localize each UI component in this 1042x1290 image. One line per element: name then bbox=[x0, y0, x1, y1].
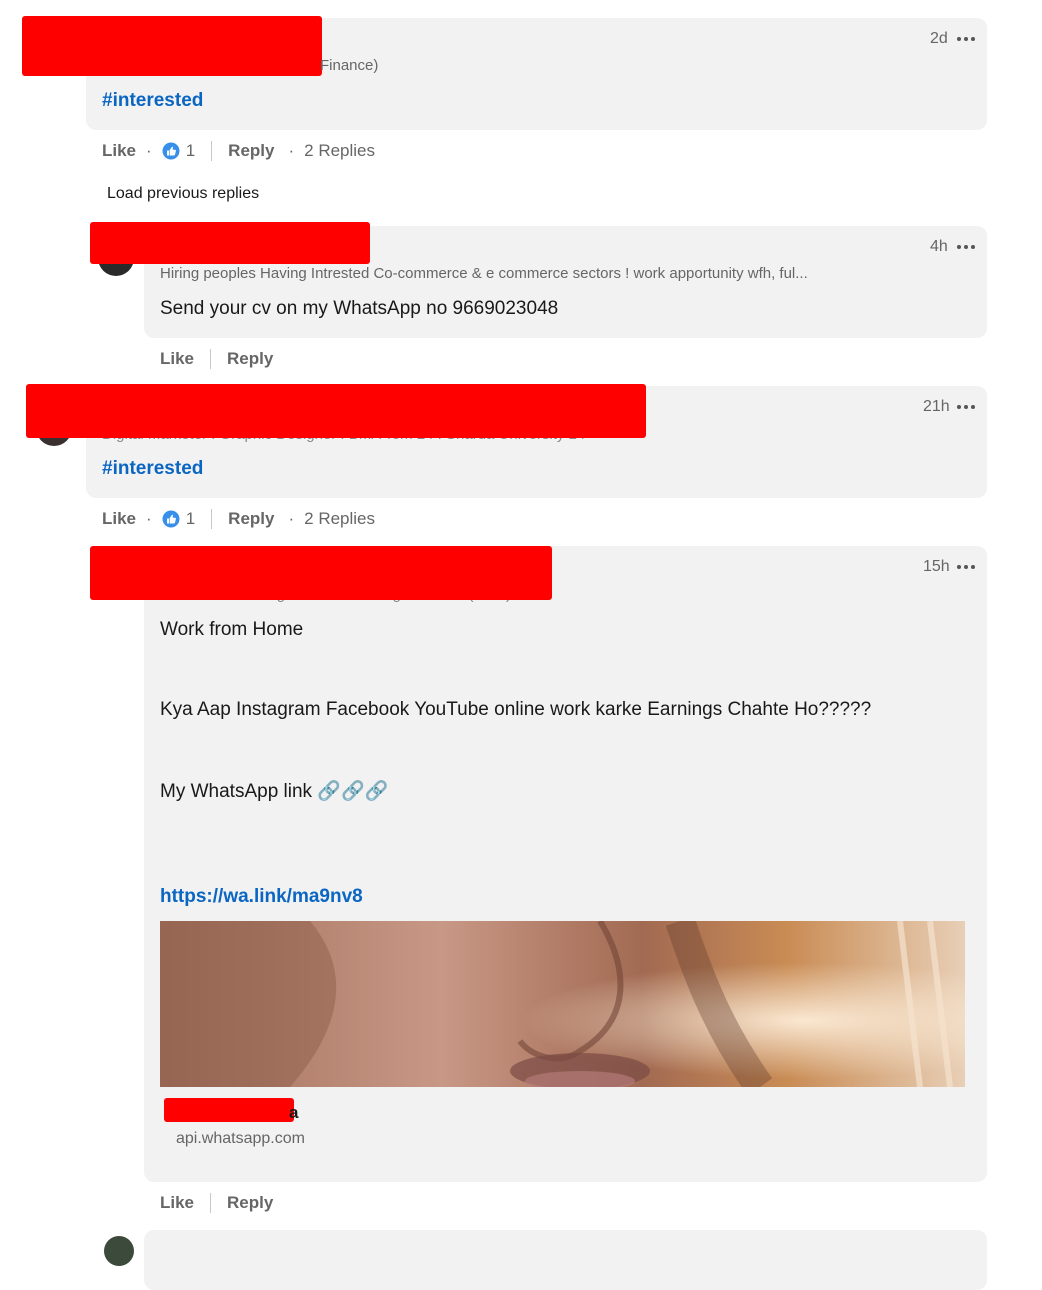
comment-timestamp: 21h bbox=[923, 398, 950, 415]
reply-bubble bbox=[144, 1230, 987, 1290]
separator-dot: · bbox=[146, 141, 152, 160]
reply-button[interactable]: Reply bbox=[227, 1193, 273, 1213]
like-button[interactable]: Like bbox=[160, 1193, 194, 1213]
comment-actions: Like · 1 Reply · 2 Replies bbox=[102, 508, 375, 530]
comment-actions: Like Reply bbox=[160, 348, 273, 370]
comment-text: Send your cv on my WhatsApp no 966902304… bbox=[160, 298, 559, 319]
divider bbox=[210, 1193, 212, 1213]
like-button[interactable]: Like bbox=[102, 141, 136, 161]
divider bbox=[211, 509, 213, 529]
comment-actions: Like · 1 Reply · 2 Replies bbox=[102, 140, 375, 162]
comment-timestamp: 15h bbox=[923, 558, 950, 575]
replies-count-link[interactable]: 2 Replies bbox=[304, 141, 375, 161]
comment-timestamp: 4h bbox=[930, 238, 948, 255]
comment-text-line: Work from Home bbox=[160, 619, 304, 640]
link-preview-image[interactable] bbox=[160, 921, 965, 1087]
reply-button[interactable]: Reply bbox=[227, 349, 273, 369]
like-reaction-icon[interactable] bbox=[162, 510, 180, 528]
redacted-preview-title bbox=[164, 1098, 294, 1122]
replies-count-link[interactable]: 2 Replies bbox=[304, 509, 375, 529]
redacted-author bbox=[22, 16, 322, 76]
like-count[interactable]: 1 bbox=[186, 141, 195, 161]
load-previous-replies-button[interactable]: Load previous replies bbox=[107, 185, 259, 203]
more-options-icon[interactable] bbox=[957, 565, 975, 569]
author-headline: Finance) bbox=[320, 57, 379, 74]
divider bbox=[211, 141, 213, 161]
reply-button[interactable]: Reply bbox=[228, 141, 274, 161]
separator-dot: · bbox=[146, 509, 152, 528]
more-options-icon[interactable] bbox=[957, 405, 975, 409]
comment-timestamp: 2d bbox=[930, 30, 948, 47]
separator-dot: · bbox=[288, 141, 295, 160]
hashtag-link[interactable]: #interested bbox=[102, 458, 203, 480]
whatsapp-link[interactable]: https://wa.link/ma9nv8 bbox=[160, 886, 363, 908]
hashtag-link[interactable]: #interested bbox=[102, 90, 203, 112]
separator-dot: · bbox=[288, 509, 295, 528]
reply-button[interactable]: Reply bbox=[228, 509, 274, 529]
redacted-author bbox=[26, 384, 646, 438]
redacted-author bbox=[90, 222, 370, 264]
more-options-icon[interactable] bbox=[957, 37, 975, 41]
comment-text-line: Kya Aap Instagram Facebook YouTube onlin… bbox=[160, 699, 872, 720]
avatar[interactable] bbox=[104, 1236, 134, 1266]
like-reaction-icon[interactable] bbox=[162, 142, 180, 160]
like-button[interactable]: Like bbox=[102, 509, 136, 529]
link-preview-title[interactable]: a bbox=[289, 1103, 298, 1123]
divider bbox=[210, 349, 212, 369]
author-headline: Hiring peoples Having Intrested Co-comme… bbox=[160, 265, 808, 282]
comment-actions: Like Reply bbox=[160, 1192, 273, 1214]
comment-text-line: My WhatsApp link 🔗🔗🔗 bbox=[160, 781, 389, 802]
like-count[interactable]: 1 bbox=[186, 509, 195, 529]
link-preview-domain[interactable]: api.whatsapp.com bbox=[176, 1130, 305, 1148]
like-button[interactable]: Like bbox=[160, 349, 194, 369]
more-options-icon[interactable] bbox=[957, 245, 975, 249]
redacted-author bbox=[90, 546, 552, 600]
